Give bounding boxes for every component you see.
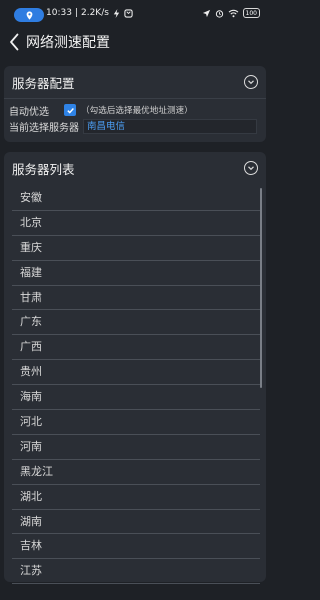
status-separator: |	[74, 8, 78, 18]
server-list[interactable]: 安徽 北京 重庆 福建 甘肃 广东 广西 贵州 海南 河北 河南 黑龙江 湖北 湖南 吉林 江苏	[4, 184, 266, 585]
location-icon	[26, 10, 32, 20]
server-list-item[interactable]: 甘肃	[12, 286, 260, 311]
server-list-item[interactable]: 黑龙江	[12, 460, 260, 485]
server-list-item[interactable]: 海南	[12, 385, 260, 411]
checkmark-icon	[66, 107, 74, 114]
header: 网络测速配置	[0, 28, 270, 56]
server-list-item[interactable]: 广东	[12, 310, 260, 336]
server-list-item[interactable]: 河北	[12, 410, 260, 435]
server-list-header[interactable]: 服务器列表	[4, 152, 266, 184]
auto-select-hint: （勾选后选择最优地址测速）	[81, 106, 193, 116]
status-time: 10:33	[46, 8, 72, 18]
server-list-card: 服务器列表 安徽 北京 重庆 福建 甘肃 广东 广西 贵州 海南 河北 河南 黑龙江 湖北 湖南 吉林 江苏	[4, 152, 266, 585]
server-list-item[interactable]: 北京	[12, 211, 260, 236]
server-list-item[interactable]: 江苏	[12, 559, 260, 585]
page-title: 网络测速配置	[26, 35, 110, 51]
chevron-down-icon[interactable]	[244, 75, 258, 89]
server-list-item[interactable]: 福建	[12, 261, 260, 286]
scrollbar[interactable]	[260, 188, 262, 388]
divider	[4, 98, 266, 99]
location-pill	[14, 8, 44, 22]
current-server-row: 当前选择服务器 南昌电信	[4, 116, 266, 136]
auto-select-label: 自动优选	[9, 106, 49, 118]
navigation-icon	[202, 9, 210, 17]
server-config-title: 服务器配置	[12, 75, 75, 91]
server-list-item[interactable]: 安徽	[12, 186, 260, 211]
chevron-left-icon	[10, 33, 19, 51]
battery-indicator: 100	[242, 8, 260, 18]
server-list-item[interactable]: 湖北	[12, 485, 260, 510]
server-list-item[interactable]: 河南	[12, 435, 260, 460]
current-server-field[interactable]: 南昌电信	[83, 118, 257, 134]
server-list-item[interactable]: 重庆	[12, 236, 260, 261]
chevron-down-icon[interactable]	[244, 161, 258, 175]
server-list-title: 服务器列表	[12, 161, 75, 177]
server-list-item[interactable]: 吉林	[12, 534, 260, 560]
current-server-label: 当前选择服务器	[9, 122, 79, 134]
alarm-icon	[215, 9, 223, 18]
server-list-item[interactable]: 湖南	[12, 510, 260, 535]
status-speed: 2.2K/s	[80, 8, 109, 18]
auto-select-checkbox[interactable]	[64, 104, 76, 116]
server-config-header[interactable]: 服务器配置	[4, 66, 266, 98]
app-notification-icon	[124, 8, 133, 18]
wifi-icon	[228, 9, 238, 17]
bolt-icon	[113, 8, 120, 18]
server-list-item[interactable]: 广西	[12, 335, 260, 361]
server-list-item[interactable]: 贵州	[12, 360, 260, 386]
status-bar: 10:33 | 2.2K/s 100	[0, 0, 270, 28]
back-button[interactable]	[3, 30, 25, 54]
server-config-card: 服务器配置 自动优选 （勾选后选择最优地址测速） 当前选择服务器 南昌电信	[4, 66, 266, 142]
